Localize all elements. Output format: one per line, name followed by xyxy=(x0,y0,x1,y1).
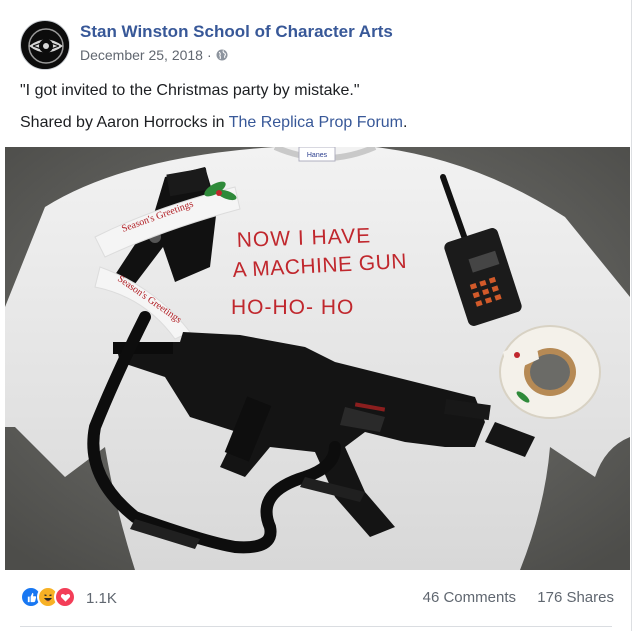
globe-icon[interactable] xyxy=(216,49,228,61)
shared-suffix: . xyxy=(403,114,408,131)
post-meta: December 25, 2018 · xyxy=(80,47,228,63)
comments-count-link[interactable]: 46 Comments xyxy=(423,589,516,606)
post-text-quote: "I got invited to the Christmas party by… xyxy=(20,82,360,99)
shared-by-text: Shared by Aaron Horrocks in xyxy=(20,114,229,131)
ribbon-roll-illustration xyxy=(499,325,601,419)
reaction-icons[interactable] xyxy=(20,586,76,608)
love-icon[interactable] xyxy=(54,586,76,608)
footer-divider xyxy=(20,626,612,627)
page-avatar[interactable] xyxy=(20,20,70,70)
page-name-link[interactable]: Stan Winston School of Character Arts xyxy=(80,22,393,42)
sweater-line-3: HO-HO- HO xyxy=(231,296,354,319)
group-link[interactable]: The Replica Prop Forum xyxy=(229,114,403,131)
post-date[interactable]: December 25, 2018 xyxy=(80,47,203,63)
post-text-shared: Shared by Aaron Horrocks in The Replica … xyxy=(20,114,407,132)
reaction-count[interactable]: 1.1K xyxy=(86,590,117,607)
tag-text: Hanes xyxy=(307,152,328,159)
photo-illustration: Hanes NOW I HAVE A MACHINE GUN HO-HO- HO… xyxy=(5,147,630,570)
shares-count-link[interactable]: 176 Shares xyxy=(537,589,614,606)
post-photo[interactable]: Hanes NOW I HAVE A MACHINE GUN HO-HO- HO… xyxy=(5,147,630,570)
sweater-line-1: NOW I HAVE xyxy=(236,224,371,252)
stan-winston-logo-icon xyxy=(22,22,69,69)
post-footer: 1.1K 46 Comments 176 Shares xyxy=(0,582,632,612)
meta-separator: · xyxy=(206,47,212,63)
facebook-post: Stan Winston School of Character Arts De… xyxy=(0,0,632,631)
